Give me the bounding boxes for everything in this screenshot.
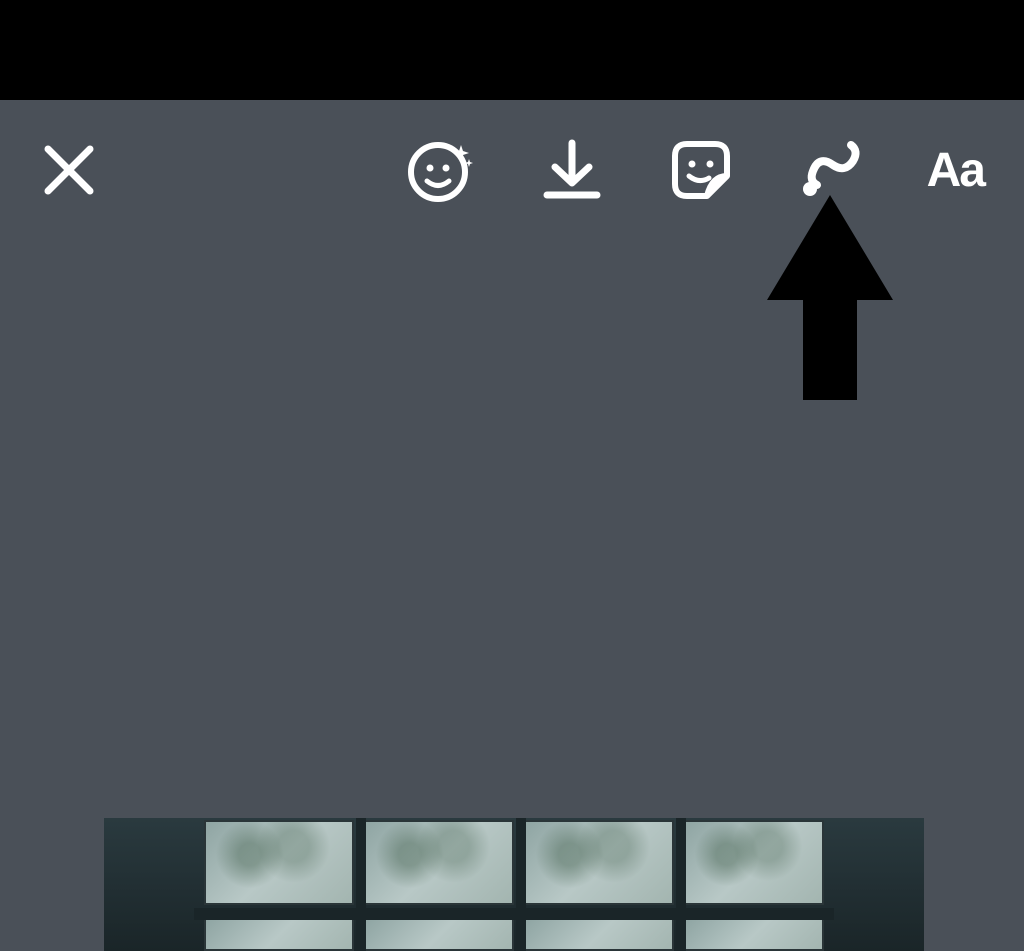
close-icon <box>40 141 98 199</box>
download-button[interactable] <box>539 137 605 203</box>
window-scene <box>194 818 834 951</box>
close-button[interactable] <box>40 141 98 199</box>
sticker-icon <box>669 138 733 202</box>
sparkle-face-icon <box>405 135 475 205</box>
download-icon <box>539 137 605 203</box>
text-icon: Aa <box>927 143 984 198</box>
squiggle-draw-icon <box>797 137 863 203</box>
photo-preview[interactable] <box>104 818 924 951</box>
annotation-arrow <box>765 195 895 410</box>
effects-button[interactable] <box>405 135 475 205</box>
status-bar <box>0 0 1024 100</box>
text-button[interactable]: Aa <box>927 143 984 198</box>
sticker-button[interactable] <box>669 138 733 202</box>
toolbar-actions: Aa <box>405 135 984 205</box>
draw-button[interactable] <box>797 137 863 203</box>
